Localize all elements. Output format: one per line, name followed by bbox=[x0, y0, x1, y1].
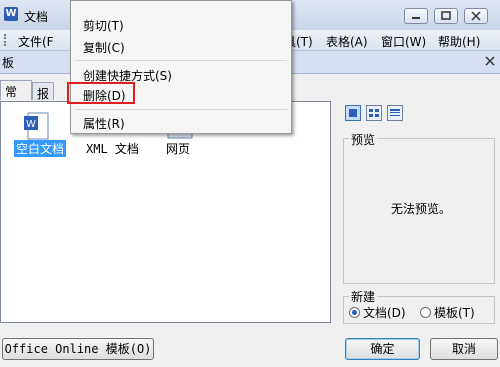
close-window-button[interactable] bbox=[464, 8, 488, 24]
toolbar-grip-icon bbox=[4, 34, 9, 46]
menu-window[interactable]: 窗口(W) bbox=[381, 33, 426, 50]
dialog-close-button[interactable] bbox=[482, 53, 498, 69]
dialog-title: 板 bbox=[2, 56, 15, 70]
close-icon bbox=[471, 11, 481, 21]
document-radio-label: 文档(D) bbox=[363, 306, 406, 320]
office-online-button[interactable]: Office Online 模板(O) bbox=[2, 338, 154, 360]
details-icon bbox=[390, 109, 400, 116]
menu-separator bbox=[75, 109, 287, 110]
template-label: 空白文档 bbox=[14, 140, 67, 157]
list-view-button[interactable] bbox=[366, 105, 382, 121]
delete-highlight-box bbox=[67, 82, 135, 104]
new-label: 新建 bbox=[349, 288, 378, 305]
preview-text: 无法预览。 bbox=[391, 202, 452, 216]
menu-separator bbox=[75, 60, 287, 61]
menu-table[interactable]: 表格(A) bbox=[326, 33, 368, 50]
template-label: 网页 bbox=[166, 142, 191, 156]
document-radio[interactable] bbox=[349, 307, 360, 318]
menu-help[interactable]: 帮助(H) bbox=[438, 33, 480, 50]
word-doc-icon: W bbox=[24, 112, 49, 140]
list-icon bbox=[369, 109, 379, 117]
preview-label: 预览 bbox=[349, 131, 378, 148]
maximize-icon bbox=[441, 11, 451, 20]
window-title: 文档 bbox=[24, 10, 49, 24]
template-radio-label: 模板(T) bbox=[434, 306, 475, 320]
menu-item-cut[interactable]: 剪切(T) bbox=[83, 17, 124, 34]
maximize-button[interactable] bbox=[434, 8, 458, 24]
context-menu: 剪切(T) 复制(C) 创建快捷方式(S) 删除(D) 属性(R) bbox=[70, 0, 292, 134]
tab-label: 报 bbox=[37, 87, 50, 101]
tab-common[interactable]: 常用 bbox=[0, 80, 32, 116]
template-label: XML 文档 bbox=[86, 142, 139, 156]
menu-item-copy[interactable]: 复制(C) bbox=[83, 39, 125, 56]
tab-report[interactable]: 报 bbox=[32, 82, 54, 101]
word-app-icon: W bbox=[4, 7, 18, 21]
menu-item-properties[interactable]: 属性(R) bbox=[83, 115, 125, 132]
menu-file[interactable]: 文件(F bbox=[18, 33, 54, 50]
cancel-button[interactable]: 取消 bbox=[430, 338, 498, 360]
large-icons-icon bbox=[349, 109, 357, 117]
minimize-icon bbox=[412, 17, 420, 19]
details-view-button[interactable] bbox=[387, 105, 403, 121]
large-icons-view-button[interactable] bbox=[345, 105, 361, 121]
minimize-button[interactable] bbox=[404, 8, 428, 24]
ok-button[interactable]: 确定 bbox=[345, 338, 420, 360]
close-icon bbox=[485, 56, 495, 66]
template-radio[interactable] bbox=[420, 307, 431, 318]
svg-text:W: W bbox=[26, 119, 36, 130]
